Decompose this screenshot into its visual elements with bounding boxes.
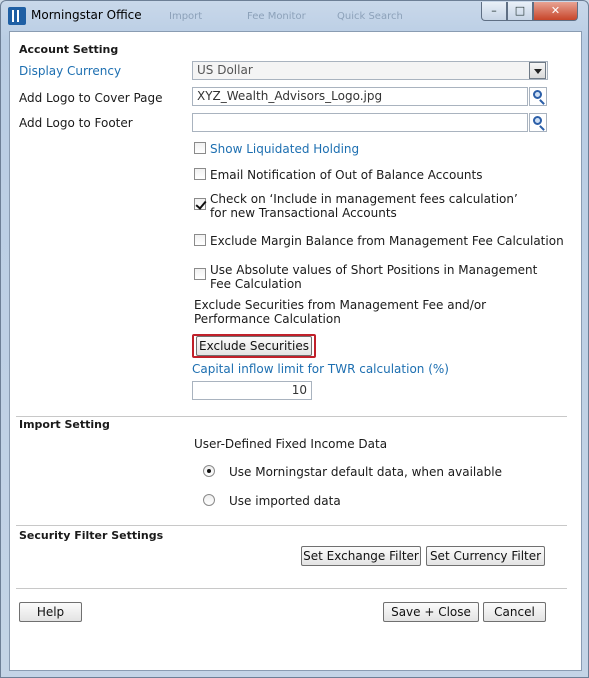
morningstar-logo-icon (8, 7, 26, 25)
exclude-securities-button[interactable]: Exclude Securities (196, 336, 312, 356)
absolute-short-checkbox[interactable] (194, 268, 206, 280)
account-setting-title: Account Setting (19, 43, 119, 56)
maximize-button[interactable]: □ (507, 2, 533, 21)
window-title: Morningstar Office (31, 8, 142, 22)
help-button[interactable]: Help (19, 602, 82, 622)
cancel-button[interactable]: Cancel (483, 602, 546, 622)
show-liquidated-checkbox[interactable] (194, 142, 206, 154)
absolute-short-label-line1: Use Absolute values of Short Positions i… (210, 263, 538, 277)
exclude-securities-text-line2: Performance Calculation (194, 312, 341, 326)
display-currency-select[interactable]: US Dollar (192, 61, 548, 80)
security-filter-title: Security Filter Settings (19, 529, 164, 542)
imported-data-label: Use imported data (229, 494, 341, 508)
background-tab-import: Import (169, 11, 203, 22)
settings-window: Morningstar Office Import Fee Monitor Qu… (0, 0, 589, 678)
set-exchange-filter-button[interactable]: Set Exchange Filter (301, 546, 421, 566)
minimize-button[interactable]: – (481, 2, 507, 21)
email-notification-checkbox[interactable] (194, 168, 206, 180)
display-currency-label: Display Currency (19, 64, 122, 78)
exclude-margin-checkbox[interactable] (194, 234, 206, 246)
section-divider (16, 525, 567, 526)
include-mgmt-fees-label-line1: Check on ‘Include in management fees cal… (210, 192, 518, 206)
set-currency-filter-button[interactable]: Set Currency Filter (426, 546, 545, 566)
magnifier-icon (533, 116, 542, 125)
save-close-button[interactable]: Save + Close (383, 602, 479, 622)
section-divider (16, 416, 567, 417)
absolute-short-label-line2: Fee Calculation (210, 277, 302, 291)
exclude-margin-label: Exclude Margin Balance from Management F… (210, 234, 564, 248)
capital-inflow-label: Capital inflow limit for TWR calculation… (192, 362, 449, 376)
logo-footer-field[interactable] (192, 113, 528, 132)
logo-footer-browse-button[interactable] (529, 113, 547, 132)
title-bar: Morningstar Office Import Fee Monitor Qu… (1, 1, 588, 31)
logo-cover-label: Add Logo to Cover Page (19, 91, 163, 105)
background-tab-fee-monitor: Fee Monitor (247, 11, 306, 22)
dialog-body: Account Setting Display Currency US Doll… (9, 31, 582, 671)
include-mgmt-fees-label-line2: for new Transactional Accounts (210, 206, 397, 220)
magnifier-icon (533, 90, 542, 99)
morningstar-default-radio[interactable] (203, 465, 215, 477)
imported-data-radio[interactable] (203, 494, 215, 506)
email-notification-label: Email Notification of Out of Balance Acc… (210, 168, 483, 182)
import-setting-title: Import Setting (19, 418, 110, 431)
capital-inflow-field[interactable]: 10 (192, 381, 312, 400)
include-mgmt-fees-checkbox[interactable] (194, 198, 206, 210)
background-tab-quick-search: Quick Search (337, 11, 403, 22)
logo-cover-field[interactable]: XYZ_Wealth_Advisors_Logo.jpg (192, 87, 528, 106)
morningstar-default-label: Use Morningstar default data, when avail… (229, 465, 502, 479)
fixed-income-subtitle: User-Defined Fixed Income Data (194, 437, 388, 451)
close-button[interactable]: ✕ (533, 2, 578, 21)
show-liquidated-label[interactable]: Show Liquidated Holding (210, 142, 359, 156)
logo-cover-browse-button[interactable] (529, 87, 547, 106)
section-divider (16, 588, 567, 589)
chevron-down-icon[interactable] (529, 62, 546, 79)
exclude-securities-text-line1: Exclude Securities from Management Fee a… (194, 298, 487, 312)
logo-footer-label: Add Logo to Footer (19, 116, 133, 130)
